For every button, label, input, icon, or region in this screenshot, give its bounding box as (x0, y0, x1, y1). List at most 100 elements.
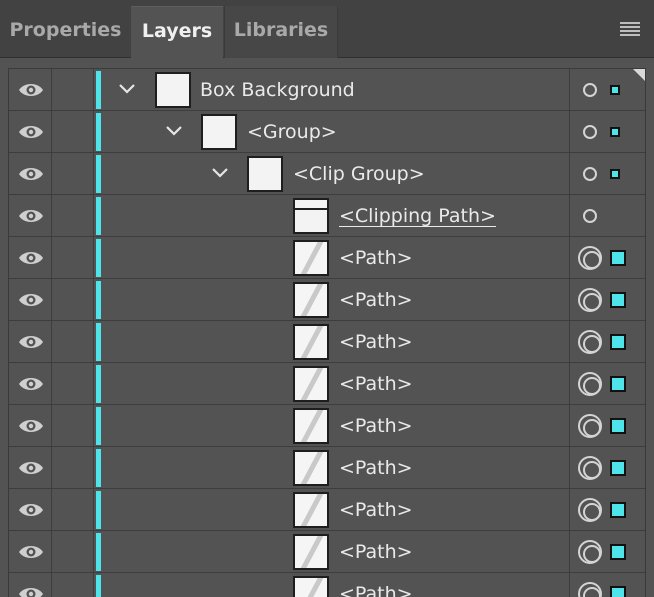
layer-name[interactable]: <Path> (339, 237, 413, 279)
chevron-down-icon[interactable] (210, 163, 230, 183)
layer-color-bar (96, 281, 101, 319)
layer-row[interactable]: <Group> (9, 111, 645, 153)
target-circle-icon[interactable] (583, 83, 597, 97)
target-circle-icon[interactable] (583, 167, 597, 181)
layer-color-bar (96, 491, 101, 529)
visibility-eye-icon[interactable] (18, 81, 44, 99)
layers-list: Box Background <Group> <Clip Group> <Clippi… (8, 68, 646, 597)
selection-indicator[interactable] (610, 586, 626, 597)
layer-color-bar (96, 449, 101, 487)
visibility-eye-icon[interactable] (18, 333, 44, 351)
visibility-eye-icon[interactable] (18, 585, 44, 597)
layer-name[interactable]: Box Background (200, 69, 355, 111)
layer-name[interactable]: <Path> (339, 447, 413, 489)
layer-row[interactable]: <Path> (9, 321, 645, 363)
layer-row[interactable]: <Clipping Path> (9, 195, 645, 237)
layer-name[interactable]: <Path> (339, 573, 413, 597)
panel-tab-bar: Properties Layers Libraries (0, 0, 654, 58)
layer-color-bar (96, 113, 101, 151)
selection-indicator[interactable] (610, 250, 626, 266)
chevron-down-icon[interactable] (164, 121, 184, 141)
layer-thumbnail (293, 492, 329, 528)
layer-color-bar (96, 71, 101, 109)
selection-indicator[interactable] (610, 418, 626, 434)
selection-indicator[interactable] (610, 334, 626, 350)
visibility-eye-icon[interactable] (18, 207, 44, 225)
layer-color-bar (96, 239, 101, 277)
layer-color-bar (96, 533, 101, 571)
layer-thumbnail (293, 534, 329, 570)
layer-color-bar (96, 197, 101, 235)
row-corner-indicator (633, 69, 645, 81)
layer-name[interactable]: <Path> (339, 405, 413, 447)
selection-indicator[interactable] (610, 544, 626, 560)
layer-color-bar (96, 323, 101, 361)
layer-name[interactable]: <Path> (339, 363, 413, 405)
layer-row[interactable]: <Path> (9, 405, 645, 447)
selection-indicator[interactable] (610, 292, 626, 308)
visibility-eye-icon[interactable] (18, 249, 44, 267)
layer-thumbnail (293, 240, 329, 276)
visibility-eye-icon[interactable] (18, 123, 44, 141)
chevron-down-icon[interactable] (117, 79, 137, 99)
layer-color-bar (96, 575, 101, 597)
selection-indicator[interactable] (610, 502, 626, 518)
layer-name[interactable]: <Path> (339, 321, 413, 363)
visibility-eye-icon[interactable] (18, 501, 44, 519)
layer-row[interactable]: Box Background (9, 69, 645, 111)
target-circle-icon[interactable] (578, 246, 602, 270)
layer-thumbnail (293, 198, 329, 234)
selection-indicator[interactable] (610, 376, 626, 392)
layer-row[interactable]: <Path> (9, 363, 645, 405)
layer-thumbnail (201, 114, 237, 150)
visibility-eye-icon[interactable] (18, 543, 44, 561)
layer-row[interactable]: <Path> (9, 447, 645, 489)
layer-thumbnail (293, 282, 329, 318)
target-circle-icon[interactable] (578, 498, 602, 522)
selection-indicator[interactable] (610, 127, 620, 137)
target-circle-icon[interactable] (578, 540, 602, 564)
layer-name[interactable]: <Path> (339, 279, 413, 321)
visibility-eye-icon[interactable] (18, 459, 44, 477)
visibility-eye-icon[interactable] (18, 165, 44, 183)
layer-row[interactable]: <Path> (9, 279, 645, 321)
layer-thumbnail (293, 324, 329, 360)
tab-properties[interactable]: Properties (0, 6, 131, 58)
layer-row[interactable]: <Path> (9, 489, 645, 531)
layer-row[interactable]: <Path> (9, 531, 645, 573)
layer-thumbnail (293, 366, 329, 402)
target-circle-icon[interactable] (583, 209, 597, 223)
selection-indicator[interactable] (610, 460, 626, 476)
panel-menu-icon[interactable] (620, 22, 640, 36)
layer-thumbnail (293, 450, 329, 486)
layer-name[interactable]: <Clip Group> (293, 153, 425, 195)
layer-row[interactable]: <Clip Group> (9, 153, 645, 195)
layer-thumbnail (293, 408, 329, 444)
layer-row[interactable]: <Path> (9, 573, 645, 597)
layer-name[interactable]: <Path> (339, 489, 413, 531)
target-circle-icon[interactable] (578, 414, 602, 438)
layer-color-bar (96, 407, 101, 445)
target-circle-icon[interactable] (578, 456, 602, 480)
selection-indicator[interactable] (610, 169, 620, 179)
selection-indicator[interactable] (610, 85, 620, 95)
layer-thumbnail (293, 576, 329, 597)
layer-thumbnail (247, 156, 283, 192)
target-circle-icon[interactable] (578, 288, 602, 312)
layer-row[interactable]: <Path> (9, 237, 645, 279)
visibility-eye-icon[interactable] (18, 291, 44, 309)
layer-thumbnail (155, 72, 191, 108)
target-circle-icon[interactable] (583, 125, 597, 139)
visibility-eye-icon[interactable] (18, 417, 44, 435)
tab-layers[interactable]: Layers (131, 6, 223, 58)
layer-color-bar (96, 155, 101, 193)
target-circle-icon[interactable] (578, 582, 602, 597)
target-circle-icon[interactable] (578, 372, 602, 396)
tab-libraries[interactable]: Libraries (224, 6, 338, 58)
target-circle-icon[interactable] (578, 330, 602, 354)
layer-name[interactable]: <Clipping Path> (339, 195, 496, 237)
layer-name[interactable]: <Path> (339, 531, 413, 573)
layer-color-bar (96, 365, 101, 403)
layer-name[interactable]: <Group> (247, 111, 337, 153)
visibility-eye-icon[interactable] (18, 375, 44, 393)
